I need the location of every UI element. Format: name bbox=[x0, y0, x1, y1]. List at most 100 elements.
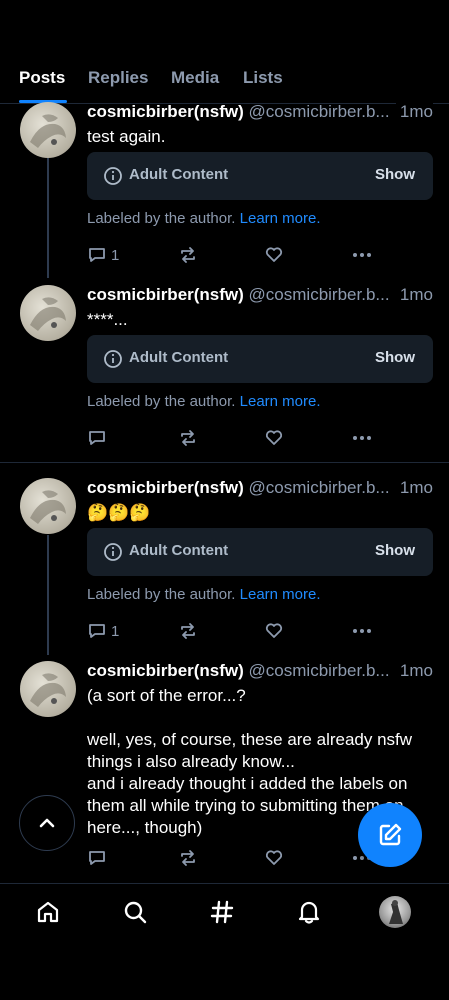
reply-button[interactable]: 1 bbox=[87, 244, 119, 266]
avatar[interactable] bbox=[20, 661, 76, 717]
learn-more-link[interactable]: Learn more. bbox=[240, 210, 321, 227]
label-notice-text: Labeled by the author. bbox=[87, 586, 236, 603]
post-header: cosmicbirber(nsfw) @cosmicbirber.b... 1m… bbox=[87, 102, 437, 124]
reply-icon bbox=[89, 624, 105, 638]
bell-icon bbox=[298, 901, 320, 924]
display-name[interactable]: cosmicbirber(nsfw) bbox=[87, 285, 244, 304]
timestamp: 1mo bbox=[395, 285, 433, 305]
post-actions: 1 bbox=[87, 620, 377, 642]
post-header: cosmicbirber(nsfw) @cosmicbirber.b... 1m… bbox=[87, 285, 437, 307]
tab-media[interactable]: Media bbox=[171, 68, 219, 88]
reply-button[interactable] bbox=[87, 847, 107, 869]
repost-button[interactable] bbox=[178, 847, 198, 869]
hashtag-icon bbox=[210, 900, 234, 924]
repost-icon bbox=[181, 430, 195, 446]
more-icon bbox=[353, 629, 371, 633]
more-button[interactable] bbox=[352, 427, 372, 449]
warning-label: Adult Content bbox=[129, 166, 229, 183]
nav-home[interactable] bbox=[23, 894, 73, 930]
label-notice-text: Labeled by the author. bbox=[87, 210, 236, 227]
avatar[interactable] bbox=[20, 102, 76, 158]
tab-lists[interactable]: Lists bbox=[243, 68, 283, 88]
content-warning[interactable]: Adult Content Show bbox=[87, 528, 433, 576]
more-icon bbox=[353, 253, 371, 257]
compose-icon bbox=[379, 823, 402, 846]
repost-button[interactable] bbox=[178, 244, 198, 266]
tab-replies[interactable]: Replies bbox=[88, 68, 148, 88]
more-icon bbox=[353, 436, 371, 440]
show-button[interactable]: Show bbox=[375, 542, 415, 559]
like-button[interactable] bbox=[264, 620, 284, 642]
show-button[interactable]: Show bbox=[375, 349, 415, 366]
like-button[interactable] bbox=[264, 244, 284, 266]
timestamp: 1mo bbox=[395, 102, 433, 122]
display-name[interactable]: cosmicbirber(nsfw) bbox=[87, 661, 244, 680]
post-header: cosmicbirber(nsfw) @cosmicbirber.b... 1m… bbox=[87, 478, 437, 500]
post-text: 🤔🤔🤔 bbox=[87, 503, 151, 522]
label-notice: Labeled by the author. Learn more. bbox=[87, 393, 321, 410]
label-notice: Labeled by the author. Learn more. bbox=[87, 586, 321, 603]
more-button[interactable] bbox=[352, 620, 372, 642]
nav-feeds[interactable] bbox=[197, 894, 247, 930]
more-button[interactable] bbox=[352, 244, 372, 266]
compose-button[interactable] bbox=[358, 803, 422, 867]
search-icon bbox=[124, 901, 147, 924]
info-icon bbox=[104, 350, 122, 368]
repost-icon bbox=[181, 850, 195, 866]
avatar[interactable] bbox=[20, 478, 76, 534]
post-actions bbox=[87, 427, 377, 449]
nav-notifications[interactable] bbox=[284, 894, 334, 930]
post-text: test again. bbox=[87, 127, 166, 146]
repost-button[interactable] bbox=[178, 427, 198, 449]
info-icon bbox=[104, 167, 122, 185]
like-icon bbox=[265, 247, 283, 262]
content-warning[interactable]: Adult Content Show bbox=[87, 335, 433, 383]
reply-icon bbox=[89, 851, 105, 865]
handle[interactable]: @cosmicbirber.b... bbox=[249, 285, 390, 304]
like-icon bbox=[265, 623, 283, 638]
show-button[interactable]: Show bbox=[375, 166, 415, 183]
scroll-to-top-button[interactable] bbox=[19, 795, 75, 851]
reply-count: 1 bbox=[111, 622, 120, 640]
label-notice: Labeled by the author. Learn more. bbox=[87, 210, 321, 227]
like-icon bbox=[265, 430, 283, 445]
learn-more-link[interactable]: Learn more. bbox=[240, 393, 321, 410]
repost-button[interactable] bbox=[178, 620, 198, 642]
reply-icon bbox=[89, 248, 105, 262]
avatar[interactable] bbox=[20, 285, 76, 341]
nav-profile[interactable] bbox=[370, 894, 420, 930]
nav-search[interactable] bbox=[110, 894, 160, 930]
warning-label: Adult Content bbox=[129, 349, 229, 366]
handle[interactable]: @cosmicbirber.b... bbox=[249, 478, 390, 497]
post-actions: 1 bbox=[87, 244, 377, 266]
profile-tabs: Posts Replies Media Lists bbox=[0, 60, 449, 104]
reply-button[interactable]: 1 bbox=[87, 620, 119, 642]
like-button[interactable] bbox=[264, 847, 284, 869]
post-header: cosmicbirber(nsfw) @cosmicbirber.b... 1m… bbox=[87, 661, 437, 683]
display-name[interactable]: cosmicbirber(nsfw) bbox=[87, 478, 244, 497]
timestamp: 1mo bbox=[395, 478, 433, 498]
handle[interactable]: @cosmicbirber.b... bbox=[249, 102, 390, 121]
reply-button[interactable] bbox=[87, 427, 111, 449]
repost-icon bbox=[181, 623, 195, 639]
reply-count: 1 bbox=[111, 246, 120, 264]
like-button[interactable] bbox=[264, 427, 284, 449]
post-text: ****... bbox=[87, 310, 128, 329]
reply-icon bbox=[89, 431, 105, 445]
learn-more-link[interactable]: Learn more. bbox=[240, 586, 321, 603]
thread-line bbox=[47, 535, 49, 655]
profile-avatar bbox=[379, 896, 411, 928]
like-icon bbox=[265, 850, 283, 865]
label-notice-text: Labeled by the author. bbox=[87, 393, 236, 410]
chevron-up-icon bbox=[39, 818, 55, 828]
warning-label: Adult Content bbox=[129, 542, 229, 559]
bottom-nav bbox=[0, 883, 449, 1000]
tab-posts[interactable]: Posts bbox=[19, 68, 65, 88]
content-warning[interactable]: Adult Content Show bbox=[87, 152, 433, 200]
display-name[interactable]: cosmicbirber(nsfw) bbox=[87, 102, 244, 121]
thread-line bbox=[47, 158, 49, 278]
post-actions bbox=[87, 847, 377, 869]
home-icon bbox=[37, 901, 59, 923]
handle[interactable]: @cosmicbirber.b... bbox=[249, 661, 390, 680]
info-icon bbox=[104, 543, 122, 561]
